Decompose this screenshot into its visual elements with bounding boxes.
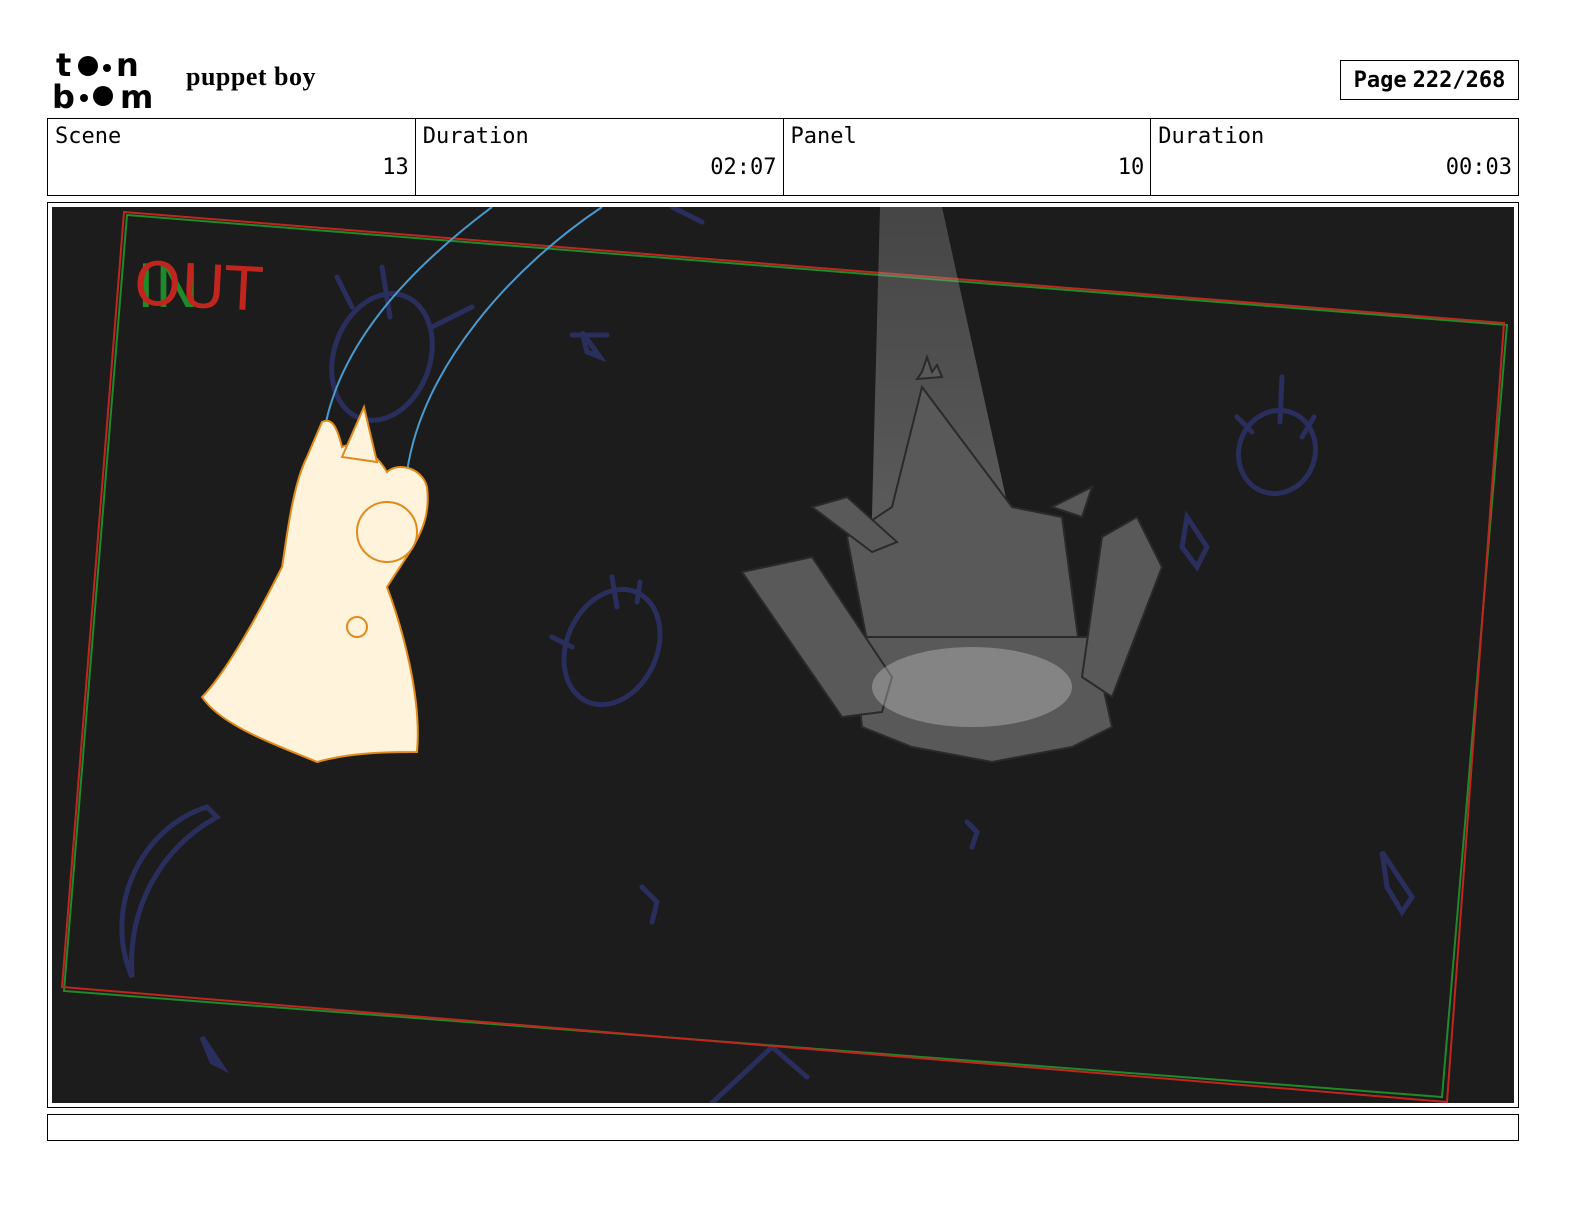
page-number: 222/268 xyxy=(1412,67,1506,93)
panel-artwork: IN OUT xyxy=(52,207,1514,1103)
scene-duration-value: 02:07 xyxy=(710,155,777,180)
scene-duration-cell: Duration 02:07 xyxy=(416,119,784,195)
panel-label: Panel xyxy=(790,124,857,149)
scene-duration-label: Duration xyxy=(422,124,529,149)
storyboard-panel: IN OUT xyxy=(47,202,1519,1108)
page-label: Page xyxy=(1353,67,1407,93)
panel-duration-label: Duration xyxy=(1158,124,1265,149)
svg-text:m: m xyxy=(120,78,153,112)
panel-notes xyxy=(47,1114,1519,1141)
project-title: puppet boy xyxy=(186,62,316,91)
scene-cell: Scene 13 xyxy=(48,119,416,195)
panel-duration-cell: Duration 00:03 xyxy=(1151,119,1518,195)
scene-info-table: Scene 13 Duration 02:07 Panel 10 Duratio… xyxy=(47,118,1519,196)
spotlight-pool xyxy=(872,647,1072,727)
scene-label: Scene xyxy=(55,124,122,149)
panel-cell: Panel 10 xyxy=(784,119,1152,195)
scene-value: 13 xyxy=(382,155,409,180)
panel-duration-value: 00:03 xyxy=(1445,155,1512,180)
page-indicator: Page 222/268 xyxy=(1340,60,1519,100)
toon-boom-logo: t n b m xyxy=(52,50,153,112)
out-marker: OUT xyxy=(132,249,264,326)
svg-text:b: b xyxy=(52,78,75,112)
panel-value: 10 xyxy=(1117,155,1145,180)
